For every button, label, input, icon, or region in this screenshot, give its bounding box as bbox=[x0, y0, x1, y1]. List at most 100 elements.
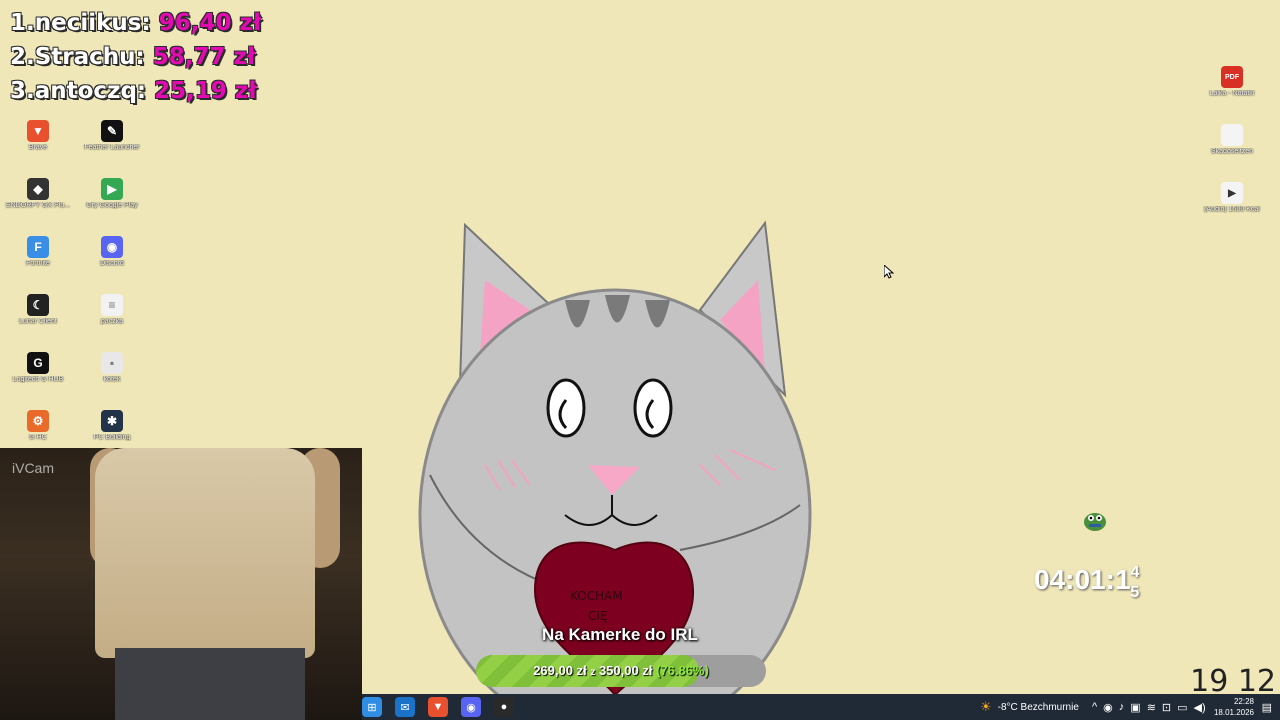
leader-amount: 25,19 zł bbox=[154, 78, 257, 104]
leader-amount: 58,77 zł bbox=[152, 44, 256, 70]
brave-icon: ▼ bbox=[27, 120, 49, 142]
desktop-icon[interactable]: ✎ Feather Launcher bbox=[74, 120, 150, 151]
goal-progress-text: 269,00 zł z 350,00 zł (76.86%) bbox=[476, 663, 766, 678]
goal-title: Na Kamerke do IRL bbox=[542, 625, 698, 644]
desktop-icon-label: Logitech G HUB bbox=[12, 376, 64, 383]
desktop-icon[interactable]: ☾ Lunar Client bbox=[0, 294, 76, 325]
desktop-icon-label: Feather Launcher bbox=[84, 144, 140, 151]
desktop-icon-label: Lunar Client bbox=[19, 318, 57, 325]
logitech-icon: G bbox=[27, 352, 49, 374]
goal-percent: (76.86%) bbox=[656, 663, 709, 678]
brave-button[interactable]: ▼ bbox=[428, 697, 448, 717]
leader-name: 3.antoczq: bbox=[10, 78, 147, 104]
weather-widget[interactable]: ☀ -8°C Bezchmurnie bbox=[980, 694, 1079, 720]
desktop-icon[interactable]: F Fortnite bbox=[0, 236, 76, 267]
desktop-icon[interactable]: ◉ Discord bbox=[74, 236, 150, 267]
timer-sub: 5 bbox=[1130, 584, 1140, 601]
desktop-icon-label: Fortnite bbox=[26, 260, 50, 267]
tray-app-icon[interactable]: ▣ bbox=[1130, 701, 1140, 714]
webcam-label: iVCam bbox=[12, 460, 55, 476]
desktop-icon[interactable]: ⚙ G HC bbox=[0, 410, 76, 441]
leader-name: 1.neciikus: bbox=[10, 10, 151, 36]
image-file-icon: ▪ bbox=[101, 352, 123, 374]
obs-icon: ● bbox=[500, 701, 508, 713]
tray-mic-icon[interactable]: ♪ bbox=[1119, 701, 1125, 713]
desktop-icon-label: Skadošeltzen bbox=[1210, 148, 1254, 155]
start-button[interactable]: ⊞ bbox=[362, 697, 382, 717]
notification-icon[interactable]: ▤ bbox=[1262, 694, 1272, 720]
outlook-button[interactable]: ✉ bbox=[395, 697, 415, 717]
tray-chevron-icon[interactable]: ^ bbox=[1092, 701, 1097, 713]
google-play-icon: ▶ bbox=[101, 178, 123, 200]
desktop-icon-label: G HC bbox=[29, 434, 47, 441]
desktop-icon-label: PC Building bbox=[93, 434, 131, 441]
endorfy-icon: ◆ bbox=[27, 178, 49, 200]
discord-button[interactable]: ◉ bbox=[461, 697, 481, 717]
desktop-icon[interactable]: PDF Lalka - Notatki bbox=[1194, 66, 1270, 97]
taskbar: ⊞ ✉ ▼ ◉ ● ☀ -8°C Bezchmurnie ^ ◉ ♪ ▣ ≋ ⊡ ▭ ◀… bbox=[362, 694, 1280, 720]
desktop-icon[interactable]: ▪ kotek bbox=[74, 352, 150, 383]
weather-text: -8°C Bezchmurnie bbox=[997, 701, 1079, 713]
outlook-icon: ✉ bbox=[400, 701, 410, 714]
goal-progress-bar: 269,00 zł z 350,00 zł (76.86%) bbox=[476, 655, 766, 687]
leader-amount: 96,40 zł bbox=[158, 10, 262, 36]
weather-icon: ☀ bbox=[980, 699, 992, 714]
discord-icon: ◉ bbox=[466, 701, 476, 714]
volume-icon[interactable]: ◀) bbox=[1194, 701, 1206, 714]
tray-record-icon[interactable]: ◉ bbox=[1103, 701, 1113, 714]
clock-time: 22:28 bbox=[1233, 697, 1254, 706]
cat-wallpaper: KOCHAM CIĘ bbox=[418, 220, 812, 695]
desktop-icon-label: Gry Google Play bbox=[86, 202, 138, 209]
desktop-icon[interactable]: ▶ Gry Google Play bbox=[74, 178, 150, 209]
discord-icon: ◉ bbox=[101, 236, 123, 258]
text-file-icon: ≡ bbox=[101, 294, 123, 316]
heart-text: KOCHAM bbox=[570, 589, 623, 603]
lunar-client-icon: ☾ bbox=[27, 294, 49, 316]
goal-separator: z bbox=[590, 667, 596, 678]
goal-current: 269,00 zł bbox=[533, 663, 587, 678]
goal-target: 350,00 zł bbox=[598, 663, 653, 678]
desktop-icon-label: ENDORFY GX Plu... bbox=[5, 202, 71, 209]
desktop-icon[interactable]: ▶ (Audio) 1500 Kcal bbox=[1194, 182, 1270, 213]
ghc-icon: ⚙ bbox=[27, 410, 49, 432]
timer-value: 04:01:1 bbox=[1034, 564, 1131, 595]
audio-file-icon: ▶ bbox=[1221, 182, 1243, 204]
desktop-icon[interactable]: ▼ Brave bbox=[0, 120, 76, 151]
desktop-icon[interactable]: ◆ ENDORFY GX Plu... bbox=[0, 178, 76, 209]
pepe-sticker-icon bbox=[1084, 513, 1106, 531]
leader-name: 2.Strachu: bbox=[10, 44, 145, 70]
leaderboard-entry: 2.Strachu: 58,77 zł bbox=[10, 44, 255, 70]
mouse-cursor-icon bbox=[884, 265, 894, 279]
system-tray: ^ ◉ ♪ ▣ ≋ ⊡ ▭ ◀) bbox=[1092, 694, 1206, 720]
clock-date: 18.01.2026 bbox=[1213, 708, 1254, 717]
pc-building-icon: ✱ bbox=[101, 410, 123, 432]
stream-timer: 04:01:14 5 bbox=[1034, 564, 1148, 601]
webcam-person-shirt bbox=[95, 448, 315, 658]
desktop-icon-label: Discord bbox=[100, 260, 124, 267]
leaderboard-entry: 3.antoczq: 25,19 zł bbox=[10, 78, 257, 104]
desktop-icon[interactable]: ✱ PC Building bbox=[74, 410, 150, 441]
fortnite-icon: F bbox=[27, 236, 49, 258]
windows-icon: ⊞ bbox=[367, 701, 377, 714]
desktop-icon[interactable]: ≡ paczka bbox=[74, 294, 150, 325]
wifi-icon[interactable]: ≋ bbox=[1147, 701, 1156, 714]
pdf-icon: PDF bbox=[1221, 66, 1243, 88]
desktop-icon-label: (Audio) 1500 Kcal bbox=[1204, 206, 1260, 213]
brave-icon: ▼ bbox=[432, 701, 444, 713]
leaderboard-entry: 1.neciikus: 96,40 zł bbox=[10, 10, 261, 36]
timer-sup: 4 bbox=[1130, 564, 1140, 581]
desktop-icon[interactable]: G Logitech G HUB bbox=[0, 352, 76, 383]
webcam-person-pants bbox=[115, 648, 305, 720]
obs-button[interactable]: ● bbox=[494, 697, 514, 717]
desktop-icon-label: Brave bbox=[28, 144, 48, 151]
blank-file-icon bbox=[1221, 124, 1243, 146]
display-icon[interactable]: ▭ bbox=[1177, 701, 1187, 714]
desktop-icon-label: paczka bbox=[100, 318, 124, 325]
desktop-icon[interactable]: Skadošeltzen bbox=[1194, 124, 1270, 155]
webcam-feed bbox=[0, 448, 362, 720]
feather-icon: ✎ bbox=[101, 120, 123, 142]
taskbar-clock[interactable]: 22:28 18.01.2026 bbox=[1214, 696, 1254, 718]
desktop-icon-label: Lalka - Notatki bbox=[1209, 90, 1255, 97]
network-icon[interactable]: ⊡ bbox=[1162, 701, 1171, 714]
desktop-icon-label: kotek bbox=[103, 376, 121, 383]
